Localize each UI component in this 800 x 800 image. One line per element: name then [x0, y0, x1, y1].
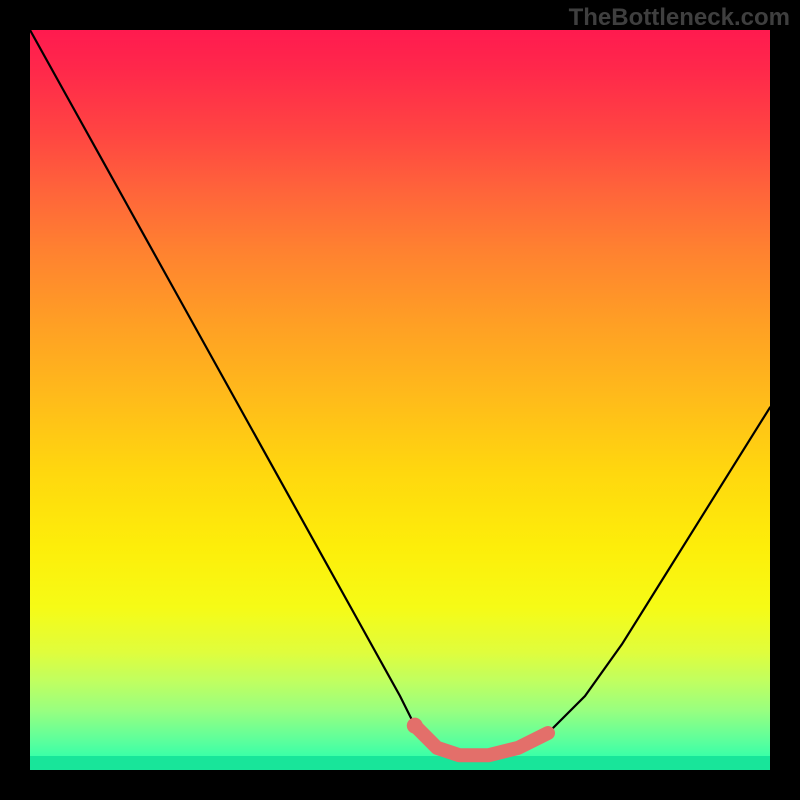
- watermark-text: TheBottleneck.com: [569, 4, 790, 32]
- chart-container: TheBottleneck.com: [0, 0, 800, 800]
- optimal-range-start-dot: [407, 718, 423, 734]
- plot-area: [30, 30, 770, 770]
- curve-layer: [30, 30, 770, 770]
- bottleneck-curve: [30, 30, 770, 755]
- optimal-range-highlight: [415, 726, 548, 756]
